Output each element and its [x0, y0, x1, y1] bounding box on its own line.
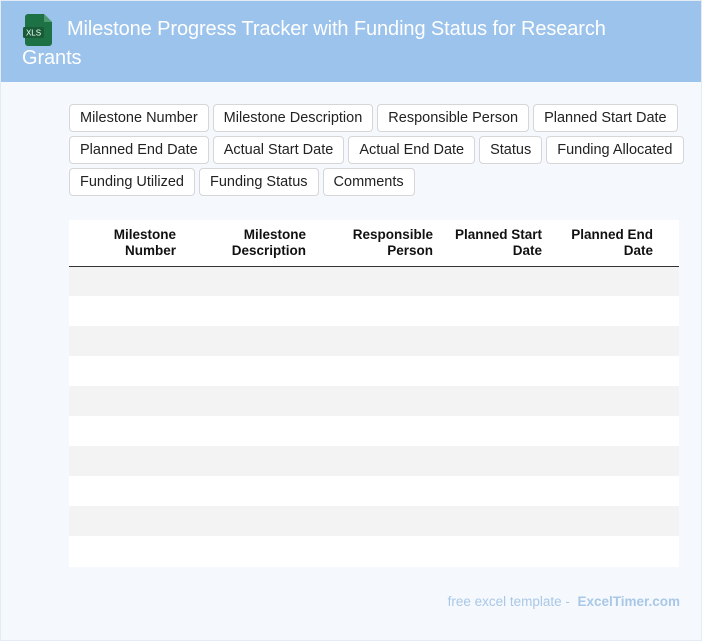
table-row — [69, 476, 679, 506]
table-cell[interactable] — [546, 476, 657, 506]
table-cell[interactable] — [437, 506, 546, 536]
table-cell[interactable] — [180, 266, 310, 296]
table-header-row: Milestone Number Milestone Description Res… — [69, 220, 679, 266]
table-cell[interactable] — [310, 266, 437, 296]
table-cell[interactable] — [437, 446, 546, 476]
table-cell[interactable] — [69, 356, 180, 386]
column-header[interactable]: Milestone Description — [180, 220, 310, 266]
field-chip[interactable]: Milestone Description — [212, 104, 374, 132]
table-cell[interactable] — [69, 536, 180, 566]
table-cell[interactable] — [69, 416, 180, 446]
table-row — [69, 296, 679, 326]
table-cell[interactable] — [437, 476, 546, 506]
table-cell[interactable] — [437, 386, 546, 416]
table-cell[interactable] — [180, 536, 310, 566]
column-header[interactable]: Actual Start Date — [657, 220, 679, 266]
field-chip[interactable]: Planned End Date — [69, 136, 209, 164]
table-cell[interactable] — [657, 506, 679, 536]
table-cell[interactable] — [546, 356, 657, 386]
field-chip[interactable]: Funding Allocated — [546, 136, 684, 164]
table-cell[interactable] — [310, 446, 437, 476]
table-body — [69, 266, 679, 566]
column-header[interactable]: Milestone Number — [69, 220, 180, 266]
table-cell[interactable] — [69, 476, 180, 506]
table-cell[interactable] — [310, 386, 437, 416]
table-cell[interactable] — [310, 416, 437, 446]
table-cell[interactable] — [546, 266, 657, 296]
field-chip[interactable]: Funding Utilized — [69, 168, 195, 196]
column-header[interactable]: Planned End Date — [546, 220, 657, 266]
table-cell[interactable] — [657, 356, 679, 386]
footer-credit: free excel template - ExcelTimer.com — [448, 594, 680, 609]
tracker-table: Milestone Number Milestone Description Res… — [69, 220, 679, 566]
table-cell[interactable] — [180, 356, 310, 386]
table-row — [69, 416, 679, 446]
table-cell[interactable] — [310, 536, 437, 566]
column-header[interactable]: Planned Start Date — [437, 220, 546, 266]
table-row — [69, 266, 679, 296]
tracker-table-container[interactable]: Milestone Number Milestone Description Res… — [69, 220, 679, 567]
table-cell[interactable] — [546, 326, 657, 356]
page-frame: XLS Milestone Progress Tracker with Fund… — [0, 0, 702, 641]
table-cell[interactable] — [310, 476, 437, 506]
table-cell[interactable] — [180, 386, 310, 416]
field-chip[interactable]: Responsible Person — [377, 104, 530, 132]
table-cell[interactable] — [69, 296, 180, 326]
table-cell[interactable] — [437, 326, 546, 356]
field-chip[interactable]: Planned Start Date — [533, 104, 678, 132]
table-cell[interactable] — [310, 506, 437, 536]
table-cell[interactable] — [546, 296, 657, 326]
table-cell[interactable] — [657, 536, 679, 566]
table-cell[interactable] — [310, 326, 437, 356]
table-cell[interactable] — [69, 446, 180, 476]
table-cell[interactable] — [657, 326, 679, 356]
table-cell[interactable] — [69, 386, 180, 416]
table-cell[interactable] — [437, 296, 546, 326]
footer-prefix: free excel template - — [447, 594, 570, 609]
table-cell[interactable] — [657, 296, 679, 326]
table-cell[interactable] — [437, 266, 546, 296]
table-cell[interactable] — [180, 296, 310, 326]
field-chip[interactable]: Actual End Date — [348, 136, 476, 164]
table-cell[interactable] — [546, 446, 657, 476]
table-cell[interactable] — [69, 326, 180, 356]
table-cell[interactable] — [657, 266, 679, 296]
column-header[interactable]: Responsible Person — [310, 220, 437, 266]
table-cell[interactable] — [546, 506, 657, 536]
table-cell[interactable] — [180, 446, 310, 476]
header-bar: XLS Milestone Progress Tracker with Fund… — [1, 1, 701, 82]
table-cell[interactable] — [546, 416, 657, 446]
table-row — [69, 446, 679, 476]
field-chip[interactable]: Comments — [322, 168, 415, 196]
field-chip[interactable]: Status — [479, 136, 543, 164]
table-cell[interactable] — [180, 476, 310, 506]
table-row — [69, 386, 679, 416]
table-cell[interactable] — [657, 446, 679, 476]
field-chip[interactable]: Actual Start Date — [212, 136, 345, 164]
table-cell[interactable] — [437, 416, 546, 446]
table-cell[interactable] — [657, 416, 679, 446]
table-cell[interactable] — [657, 476, 679, 506]
table-row — [69, 326, 679, 356]
table-cell[interactable] — [546, 536, 657, 566]
table-cell[interactable] — [657, 386, 679, 416]
page-title: Milestone Progress Tracker with Funding … — [22, 18, 606, 69]
table-cell[interactable] — [310, 296, 437, 326]
table-row — [69, 356, 679, 386]
table-cell[interactable] — [310, 356, 437, 386]
footer-brand-link[interactable]: ExcelTimer.com — [577, 594, 680, 609]
table-cell[interactable] — [69, 506, 180, 536]
table-row — [69, 536, 679, 566]
table-cell[interactable] — [69, 266, 180, 296]
field-chip-list: Milestone Number Milestone Description Res… — [69, 104, 694, 196]
table-cell[interactable] — [546, 386, 657, 416]
table-cell[interactable] — [180, 326, 310, 356]
table-cell[interactable] — [180, 506, 310, 536]
table-cell[interactable] — [180, 416, 310, 446]
table-cell[interactable] — [437, 356, 546, 386]
table-row — [69, 506, 679, 536]
field-chip[interactable]: Funding Status — [198, 168, 319, 196]
table-cell[interactable] — [437, 536, 546, 566]
field-chip[interactable]: Milestone Number — [69, 104, 209, 132]
